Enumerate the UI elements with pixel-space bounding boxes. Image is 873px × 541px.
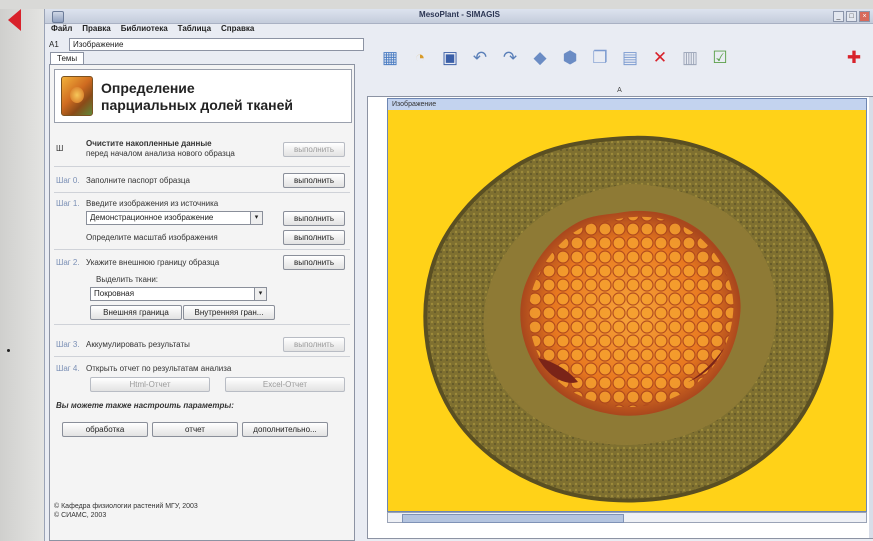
column-header[interactable]: A [367, 87, 872, 96]
maximize-button[interactable]: □ [846, 11, 857, 22]
cell-value-input[interactable]: Изображение [69, 38, 364, 51]
help-icon[interactable]: ✚ [844, 48, 864, 68]
bullet-icon [7, 349, 10, 352]
app-window: MesoPlant - SIMAGIS _ □ × Файл Правка Би… [44, 9, 873, 541]
chevron-down-icon[interactable]: ▾ [250, 212, 262, 224]
chevron-down-icon[interactable]: ▾ [254, 288, 266, 300]
tab-themes[interactable]: Темы [50, 52, 85, 64]
scale-button[interactable]: выполнить [283, 230, 345, 245]
step2-label: Шаг 2. [56, 258, 80, 267]
background-panel [0, 0, 44, 541]
step0-button[interactable]: выполнить [283, 173, 345, 188]
table-icon[interactable]: ▦ [380, 48, 400, 68]
image-cell[interactable]: Изображение [387, 98, 867, 512]
menu-bar: Файл Правка Библиотека Таблица Справка [45, 24, 254, 36]
step0-text: Заполните паспорт образца [86, 176, 190, 185]
divider [54, 249, 350, 250]
redo-icon[interactable]: ↷ [500, 48, 520, 68]
menu-table[interactable]: Таблица [178, 24, 211, 36]
source-select-value: Демонстрационное изображение [90, 213, 214, 222]
clear-prefix: Ш [56, 144, 64, 153]
wizard-title-line2: парциальных долей тканей [101, 97, 293, 113]
report-button[interactable]: отчет [152, 422, 238, 437]
properties-icon[interactable]: ☑ [710, 48, 730, 68]
step2-button[interactable]: выполнить [283, 255, 345, 270]
params-text: Вы можете также настроить параметры: [56, 401, 234, 410]
step0-label: Шаг 0. [56, 176, 80, 185]
processing-button[interactable]: обработка [62, 422, 148, 437]
step4-text: Открыть отчет по результатам анализа [86, 364, 232, 373]
source-select[interactable]: Демонстрационное изображение ▾ [86, 211, 263, 225]
background-strip [0, 0, 873, 9]
wizard-header: Определение парциальных долей тканей [54, 69, 352, 123]
back-arrow-icon[interactable] [8, 9, 21, 31]
horizontal-scrollbar[interactable] [387, 512, 867, 523]
step1-text: Введите изображения из источника [86, 199, 219, 208]
tissue-logo-icon [61, 76, 93, 116]
step1-label: Шаг 1. [56, 199, 80, 208]
step3-text: Аккумулировать результаты [86, 340, 190, 349]
paste-icon[interactable]: ▤ [620, 48, 640, 68]
crop-icon[interactable]: ⬢ [560, 48, 580, 68]
clear-text: Очистите накопленные данные [86, 139, 212, 148]
select-tissues-label: Выделить ткани: [96, 275, 159, 284]
vertical-scrollbar[interactable] [869, 97, 873, 538]
divider [54, 192, 350, 193]
title-bar: MesoPlant - SIMAGIS _ □ × [45, 9, 873, 24]
wizard-panel: Определение парциальных долей тканей Ш О… [49, 64, 355, 541]
minimize-button[interactable]: _ [833, 11, 844, 22]
divider [54, 356, 350, 357]
save-icon[interactable]: ▣ [440, 48, 460, 68]
formula-bar: A1 Изображение [49, 38, 364, 51]
copyright-line2: © СИАМС, 2003 [54, 512, 107, 519]
menu-library[interactable]: Библиотека [121, 24, 168, 36]
wizard-title-line1: Определение [101, 80, 195, 96]
select-icon[interactable]: ◆ [530, 48, 550, 68]
inner-border-button[interactable]: Внутренняя гран... [183, 305, 275, 320]
image-caption: Изображение [388, 99, 866, 110]
toolbar: ▦ ◔ ▣ ↶ ↷ ◆ ⬢ ❐ ▤ ✕ ▥ ☑ [380, 48, 730, 68]
clear-button[interactable]: выполнить [283, 142, 345, 157]
copyright-line1: © Кафедра физиологии растений МГУ, 2003 [54, 503, 198, 510]
tissue-select[interactable]: Покровная ▾ [90, 287, 267, 301]
step2-text: Укажите внешнюю границу образца [86, 258, 220, 267]
copy-icon[interactable]: ❐ [590, 48, 610, 68]
tissue-micrograph [423, 135, 834, 503]
undo-icon[interactable]: ↶ [470, 48, 490, 68]
outer-border-button[interactable]: Внешняя граница [90, 305, 182, 320]
delete-icon[interactable]: ✕ [650, 48, 670, 68]
menu-edit[interactable]: Правка [82, 24, 110, 36]
tissue-select-value: Покровная [94, 289, 135, 298]
divider [54, 166, 350, 167]
menu-file[interactable]: Файл [51, 24, 72, 36]
close-button[interactable]: × [859, 11, 870, 22]
wizard-title: Определение парциальных долей тканей [101, 80, 293, 114]
scrollbar-thumb[interactable] [402, 514, 624, 523]
html-report-button[interactable]: Html-Отчет [90, 377, 210, 392]
clear-subtext: перед началом анализа нового образца [86, 149, 235, 158]
open-icon[interactable]: ◔ [410, 48, 430, 68]
excel-report-button[interactable]: Excel-Отчет [225, 377, 345, 392]
step4-label: Шаг 4. [56, 364, 80, 373]
scale-text: Определите масштаб изображения [86, 233, 218, 242]
step3-label: Шаг 3. [56, 340, 80, 349]
additional-button[interactable]: дополнительно... [242, 422, 328, 437]
clipboard-icon[interactable]: ▥ [680, 48, 700, 68]
cell-reference: A1 [49, 40, 59, 49]
step1-button[interactable]: выполнить [283, 211, 345, 226]
divider [54, 324, 350, 325]
step3-button[interactable]: выполнить [283, 337, 345, 352]
menu-help[interactable]: Справка [221, 24, 254, 36]
window-title: MesoPlant - SIMAGIS [419, 10, 500, 19]
